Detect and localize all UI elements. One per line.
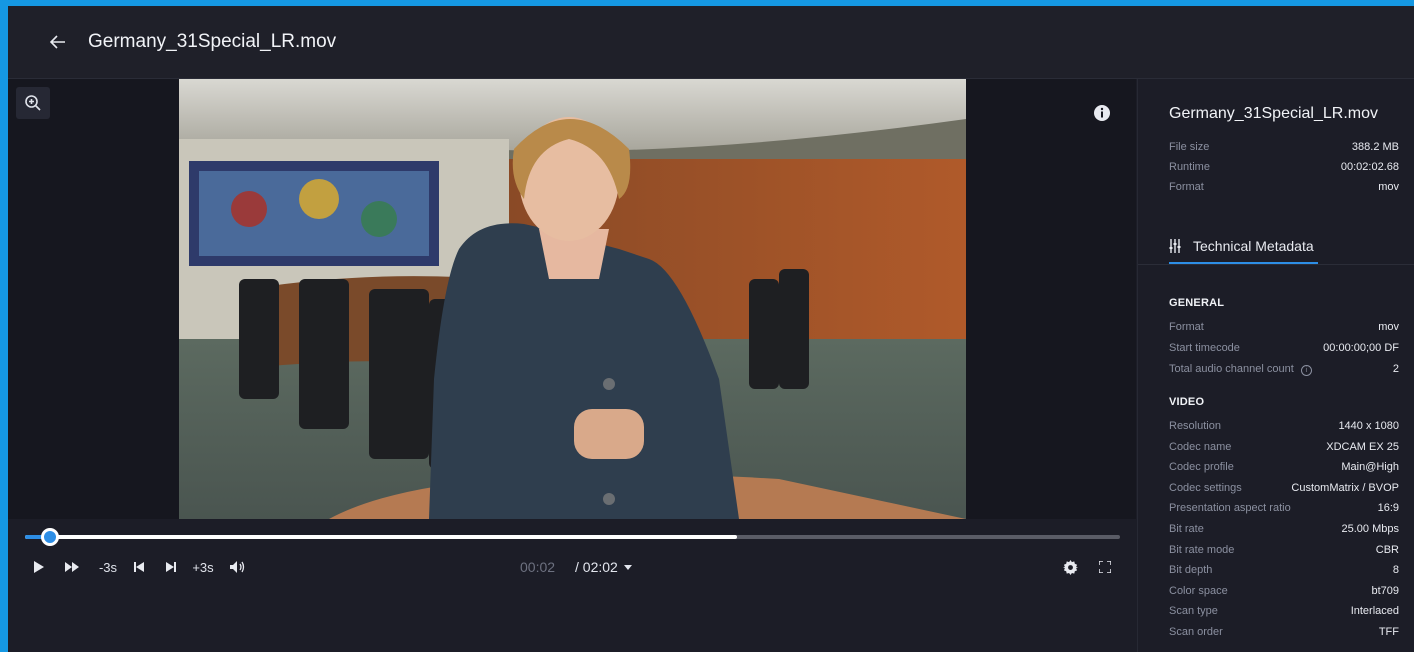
video-row: Codec profile Main@High xyxy=(1169,461,1399,474)
video-row: Codec settings CustomMatrix / BVOP xyxy=(1169,481,1399,494)
gear-icon xyxy=(1062,559,1078,575)
metadata-sidebar: Germany_31Special_LR.mov File size 388.2 … xyxy=(1137,79,1414,652)
tab-bar: Technical Metadata xyxy=(1138,229,1414,265)
volume-icon xyxy=(230,561,245,573)
player-controls: -3s +3s 00:02 / 02:02 xyxy=(8,549,1136,585)
help-icon[interactable]: i xyxy=(1300,365,1312,376)
video-player: -3s +3s 00:02 / 02:02 xyxy=(8,79,1136,652)
seek-bar[interactable] xyxy=(25,528,1120,546)
general-row: Format mov xyxy=(1169,321,1399,333)
skip-forward-icon xyxy=(166,562,176,572)
volume-button[interactable] xyxy=(228,555,248,579)
video-row: Bit rate 25.00 Mbps xyxy=(1169,523,1399,535)
general-row: Total audio channel count i 2 xyxy=(1169,363,1399,376)
video-row: Color space bt709 xyxy=(1169,584,1399,597)
header-bar: Germany_31Special_LR.mov xyxy=(8,6,1414,79)
video-row: Scan order TFF xyxy=(1169,626,1399,638)
previous-frame-button[interactable] xyxy=(132,555,146,579)
summary-row: Runtime 00:02:02.68 xyxy=(1169,161,1399,173)
summary-row: File size 388.2 MB xyxy=(1169,141,1399,153)
forward-3s-button[interactable]: +3s xyxy=(190,555,216,579)
fast-forward-button[interactable] xyxy=(62,555,82,579)
info-icon[interactable] xyxy=(1092,103,1112,123)
fast-forward-icon xyxy=(65,562,79,572)
play-button[interactable] xyxy=(30,555,48,579)
general-row: Start timecode 00:00:00;00 DF xyxy=(1169,342,1399,354)
buffered-bar xyxy=(25,535,737,539)
video-area xyxy=(8,79,1136,519)
seek-handle[interactable] xyxy=(40,528,59,546)
page-title: Germany_31Special_LR.mov xyxy=(88,31,337,52)
video-heading: VIDEO xyxy=(1169,396,1205,408)
play-icon xyxy=(34,561,44,573)
video-row: Resolution 1440 x 1080 xyxy=(1169,420,1399,432)
fullscreen-button[interactable] xyxy=(1095,555,1115,579)
caret-down-icon xyxy=(623,564,632,570)
total-time-dropdown[interactable]: / 02:02 xyxy=(575,559,632,575)
current-time: 00:02 xyxy=(520,559,556,575)
rewind-3s-button[interactable]: -3s xyxy=(96,555,120,579)
back-arrow-icon[interactable] xyxy=(46,30,70,54)
sidebar-title: Germany_31Special_LR.mov xyxy=(1169,105,1378,122)
video-frame[interactable] xyxy=(179,79,966,519)
tab-technical-metadata[interactable]: Technical Metadata xyxy=(1169,229,1318,264)
fullscreen-icon xyxy=(1099,561,1111,573)
skip-back-icon xyxy=(134,562,144,572)
total-time: / 02:02 xyxy=(575,559,618,575)
video-still-image xyxy=(179,79,966,519)
next-frame-button[interactable] xyxy=(164,555,178,579)
sliders-icon xyxy=(1169,238,1181,253)
video-row: Scan type Interlaced xyxy=(1169,605,1399,618)
tab-label: Technical Metadata xyxy=(1193,237,1314,254)
video-row: Presentation aspect ratio 16:9 xyxy=(1169,502,1399,515)
video-row: Bit rate mode CBR xyxy=(1169,543,1399,556)
summary-row: Format mov xyxy=(1169,181,1399,193)
video-row: Bit depth 8 xyxy=(1169,564,1399,577)
zoom-in-icon xyxy=(25,95,41,111)
settings-button[interactable] xyxy=(1060,555,1080,579)
general-heading: GENERAL xyxy=(1169,297,1225,309)
video-row: Codec name XDCAM EX 25 xyxy=(1169,440,1399,453)
zoom-in-button[interactable] xyxy=(16,87,50,119)
